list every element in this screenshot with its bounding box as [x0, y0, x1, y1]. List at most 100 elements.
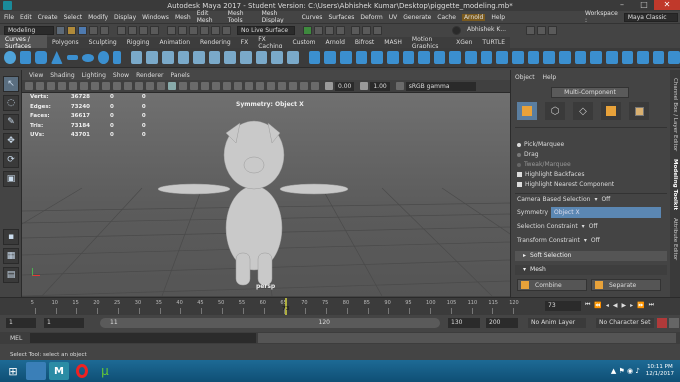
- project-curve-icon[interactable]: [480, 51, 493, 64]
- menu-surfaces[interactable]: Surfaces: [328, 14, 354, 21]
- offset-curve-icon[interactable]: [271, 51, 284, 64]
- surface-fillet-icon[interactable]: [605, 51, 618, 64]
- rotate-tool-icon[interactable]: ⟳: [3, 152, 19, 168]
- wireframe-on-shaded-icon[interactable]: [190, 82, 198, 90]
- film-gate-icon[interactable]: [91, 82, 99, 90]
- select-hierarchy-icon[interactable]: [117, 25, 126, 35]
- viewport-menu-renderer[interactable]: Renderer: [136, 72, 163, 79]
- motion-blur-icon[interactable]: [245, 82, 253, 90]
- nurbs-to-polygons-icon[interactable]: [652, 51, 665, 64]
- loft-icon[interactable]: [324, 51, 336, 64]
- ep-curve-icon[interactable]: [130, 51, 143, 64]
- attribute-editor-tab[interactable]: Attribute Editor: [672, 218, 678, 260]
- toggle-modeling-toolkit-icon[interactable]: [526, 25, 535, 35]
- snap-grid-icon[interactable]: [167, 25, 176, 35]
- multi-component-button[interactable]: Multi-Component: [551, 87, 629, 98]
- safe-title-icon[interactable]: [146, 82, 154, 90]
- tweak-marquee-option[interactable]: Tweak/Marquee: [517, 161, 571, 168]
- menu-help[interactable]: Help: [491, 14, 505, 21]
- undo-icon[interactable]: [89, 25, 98, 35]
- menu-edit[interactable]: Edit: [20, 14, 32, 21]
- align-surfaces-icon[interactable]: [668, 51, 680, 64]
- nurbs-cone-icon[interactable]: [50, 51, 63, 64]
- outliner-layout-icon[interactable]: ▤: [3, 267, 19, 283]
- move-tool-icon[interactable]: ✥: [3, 133, 19, 149]
- highlight-backfaces-checkbox[interactable]: Highlight Backfaces: [517, 171, 584, 178]
- tray-icons[interactable]: ▲ ⚑ ◉ ♪: [611, 367, 640, 375]
- shelf-tab-rendering[interactable]: Rendering: [195, 38, 236, 47]
- isolate-select-icon[interactable]: [278, 82, 286, 90]
- face-mode-icon[interactable]: [601, 102, 621, 120]
- pencil-curve-icon[interactable]: [177, 51, 190, 64]
- menu-cache[interactable]: Cache: [437, 14, 456, 21]
- safe-action-icon[interactable]: [135, 82, 143, 90]
- menu-create[interactable]: Create: [38, 14, 58, 21]
- shelf-tab-mash[interactable]: MASH: [379, 38, 407, 47]
- resolution-gate-icon[interactable]: [102, 82, 110, 90]
- highlight-nearest-checkbox[interactable]: Highlight Nearest Component: [517, 181, 614, 188]
- nurbs-cube-icon[interactable]: [19, 51, 32, 64]
- smooth-shade-icon[interactable]: [168, 82, 176, 90]
- viewport-menu-panels[interactable]: Panels: [170, 72, 189, 79]
- insert-isoparms-icon[interactable]: [543, 51, 555, 64]
- play-forwards-icon[interactable]: ▶: [622, 302, 627, 309]
- extrude-icon[interactable]: [355, 51, 368, 64]
- nurbs-circle-icon[interactable]: [97, 51, 110, 64]
- step-forward-key-icon[interactable]: ⏩: [637, 302, 644, 309]
- intersect-surfaces-icon[interactable]: [465, 51, 477, 64]
- animation-start-field[interactable]: 1: [6, 318, 36, 328]
- nurbs-torus-icon[interactable]: [82, 53, 94, 62]
- viewport-menu-shading[interactable]: Shading: [50, 72, 74, 79]
- extend-curve-icon[interactable]: [255, 51, 268, 64]
- toolkit-menu-object[interactable]: Object: [515, 74, 535, 81]
- input-line-icon[interactable]: [373, 25, 382, 35]
- character-set-select[interactable]: No Character Set: [596, 318, 654, 328]
- arnold-render-icon[interactable]: [351, 25, 360, 35]
- detach-surfaces-icon[interactable]: [512, 51, 524, 64]
- nurbs-sphere-icon[interactable]: [4, 51, 16, 64]
- snap-curve-icon[interactable]: [178, 25, 187, 35]
- attach-curves-icon[interactable]: [208, 51, 221, 64]
- bookmarks-icon[interactable]: [58, 82, 66, 90]
- menu-curves[interactable]: Curves: [302, 14, 323, 21]
- menu-mesh-display[interactable]: Mesh Display: [262, 10, 296, 24]
- select-camera-icon[interactable]: [25, 82, 33, 90]
- select-tool-icon[interactable]: ↖: [3, 76, 19, 92]
- insert-knot-icon[interactable]: [240, 51, 252, 64]
- shelf-tab-bifrost[interactable]: Bifrost: [350, 38, 379, 47]
- channel-box-tab[interactable]: Channel Box / Layer Editor: [672, 78, 678, 151]
- preferences-icon[interactable]: [669, 318, 679, 328]
- symmetry-select[interactable]: Object X: [551, 207, 661, 218]
- snap-point-icon[interactable]: [189, 25, 198, 35]
- render-settings-icon[interactable]: [325, 25, 334, 35]
- hypershade-icon[interactable]: [336, 25, 345, 35]
- modeling-toolkit-tab[interactable]: Modeling Toolkit: [672, 159, 678, 210]
- shelf-tab-sculpting[interactable]: Sculpting: [84, 38, 122, 47]
- screen-space-ao-icon[interactable]: [234, 82, 242, 90]
- workspace-select[interactable]: Maya Classic: [623, 12, 678, 22]
- rebuild-curve-icon[interactable]: [287, 51, 299, 64]
- separate-button[interactable]: Separate: [591, 279, 661, 291]
- playback-start-field[interactable]: 1: [44, 318, 84, 328]
- paint-select-tool-icon[interactable]: ✎: [3, 114, 19, 130]
- snap-surface-icon[interactable]: [211, 25, 220, 35]
- shelf-tab-xgen[interactable]: XGen: [451, 38, 477, 47]
- shelf-tab-arnold[interactable]: Arnold: [320, 38, 349, 47]
- utorrent-icon[interactable]: µ: [95, 362, 115, 380]
- nurbs-plane-icon[interactable]: [66, 55, 79, 60]
- go-to-start-icon[interactable]: ⏮: [585, 301, 590, 309]
- transform-constraint-row[interactable]: Transform Constraint ▾ Off: [517, 237, 600, 244]
- uv-mode-icon[interactable]: [629, 102, 649, 120]
- start-button-icon[interactable]: ⊞: [3, 362, 23, 380]
- textured-icon[interactable]: [201, 82, 209, 90]
- play-backwards-icon[interactable]: ◀: [613, 302, 618, 309]
- select-component-icon[interactable]: [139, 25, 148, 35]
- default-material-icon[interactable]: [179, 82, 187, 90]
- maya-taskbar-icon[interactable]: M: [49, 362, 69, 380]
- clock[interactable]: 10:11 PM 12/1/2017: [646, 364, 674, 378]
- image-plane-icon[interactable]: [69, 82, 77, 90]
- vertex-mode-icon[interactable]: ⬡: [545, 102, 565, 120]
- render-icon[interactable]: [303, 25, 312, 35]
- new-scene-icon[interactable]: [56, 25, 65, 35]
- detach-curves-icon[interactable]: [224, 51, 237, 64]
